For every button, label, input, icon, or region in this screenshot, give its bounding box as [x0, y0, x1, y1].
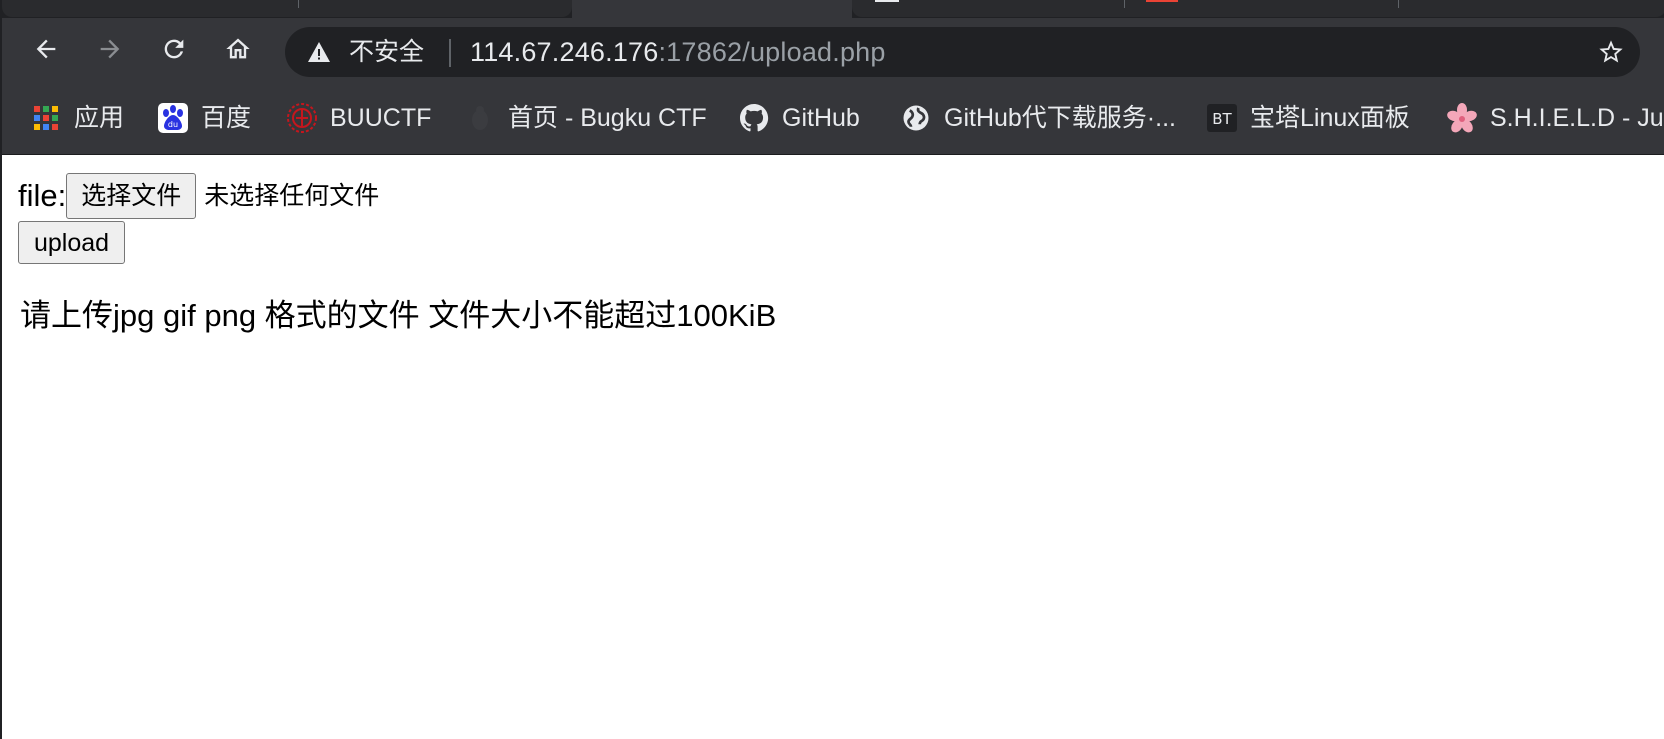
address-bar[interactable]: 不安全 114.67.246.176:17862/upload.php [285, 27, 1640, 77]
reload-button[interactable] [156, 31, 192, 67]
bookmark-baidu[interactable]: du 百度 [157, 99, 251, 137]
bt-logo-icon: BT [1206, 102, 1238, 134]
page-content: file: 选择文件 未选择任何文件 upload 请上传jpg gif png… [2, 155, 1664, 739]
bookmark-label: 宝塔Linux面板 [1250, 104, 1410, 132]
github-logo-icon [738, 102, 770, 134]
bookmark-github-download[interactable]: GitHub代下载服务·... [900, 99, 1176, 137]
globe-icon [900, 102, 932, 134]
bookmark-buuctf[interactable]: BUUCTF [286, 99, 431, 137]
tab-favicon [875, 0, 899, 2]
tab-separator [1398, 0, 1399, 8]
tab-inactive-left[interactable] [2, 0, 572, 17]
choose-file-button[interactable]: 选择文件 [66, 173, 197, 219]
svg-text:du: du [168, 120, 178, 129]
bookmark-shield[interactable]: S.H.I.E.L.D - Jus [1446, 99, 1664, 137]
arrow-left-icon [36, 39, 56, 59]
security-status-label[interactable]: 不安全 [349, 39, 424, 65]
upload-notice-text: 请上传jpg gif png 格式的文件 文件大小不能超过100KiB [20, 298, 777, 333]
arrow-right-icon [100, 39, 120, 59]
no-file-selected-text: 未选择任何文件 [204, 182, 380, 210]
bookmark-label: GitHub代下载服务·... [944, 104, 1176, 132]
omnibox-divider [449, 39, 451, 67]
bookmark-label: GitHub [782, 104, 860, 132]
tab-active[interactable] [572, 0, 852, 18]
bookmark-apps[interactable]: 应用 [30, 99, 124, 137]
url-path: :17862/upload.php [658, 37, 886, 67]
bookmark-label: 百度 [201, 104, 252, 132]
toolbar: 不安全 114.67.246.176:17862/upload.php [2, 18, 1664, 85]
tab-separator [298, 0, 299, 8]
bookmark-baota[interactable]: BT 宝塔Linux面板 [1206, 99, 1410, 137]
tab-separator [1124, 0, 1125, 8]
home-icon [226, 38, 250, 59]
warning-triangle-icon [308, 42, 330, 62]
bookmark-label: S.H.I.E.L.D - Jus [1490, 104, 1664, 132]
bookmark-github[interactable]: GitHub [738, 99, 860, 137]
browser-window: 不安全 114.67.246.176:17862/upload.php 应用 d… [0, 0, 1664, 739]
apps-grid-icon [30, 102, 62, 134]
star-outline-icon [1599, 40, 1623, 63]
home-button[interactable] [220, 31, 256, 67]
url-host: 114.67.246.176 [470, 37, 659, 67]
bookmark-label: 应用 [74, 104, 125, 132]
forward-button[interactable] [92, 31, 128, 67]
back-button[interactable] [28, 31, 64, 67]
bookmarks-bar: 应用 du 百度 BUUCTF 首页 - Bugku CTF GitHub Gi… [2, 85, 1664, 155]
file-input-row: file: 选择文件 未选择任何文件 [18, 173, 379, 219]
tab-inactive-right[interactable] [852, 0, 1664, 17]
tab-favicon [1146, 0, 1178, 2]
reload-icon [164, 39, 184, 59]
bugku-logo-icon [464, 102, 496, 134]
bookmark-bugku[interactable]: 首页 - Bugku CTF [464, 99, 707, 137]
bookmark-label: BUUCTF [330, 104, 432, 132]
svg-text:BT: BT [1212, 110, 1232, 128]
bookmark-label: 首页 - Bugku CTF [508, 104, 707, 132]
baidu-paw-icon: du [157, 102, 189, 134]
bookmark-star-button[interactable] [1596, 37, 1626, 67]
file-label: file: [18, 178, 67, 213]
sakura-flower-icon [1446, 102, 1478, 134]
tab-strip [2, 0, 1664, 18]
url-text[interactable]: 114.67.246.176:17862/upload.php [470, 38, 886, 66]
upload-button[interactable]: upload [18, 221, 126, 264]
buuctf-logo-icon [286, 102, 318, 134]
